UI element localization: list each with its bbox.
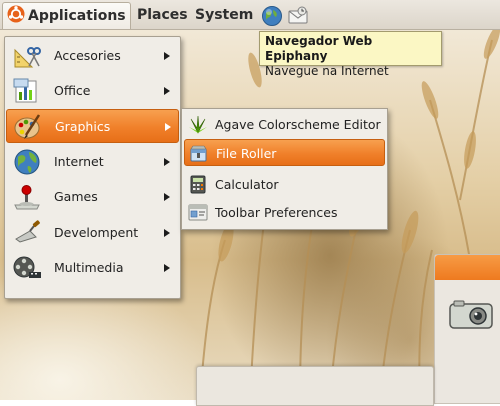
menu-item-games[interactable]: Games: [6, 180, 179, 214]
menu-item-office[interactable]: Office: [6, 74, 179, 108]
agave-icon: [189, 115, 207, 134]
submenu-item-agave[interactable]: Agave Colorscheme Editor: [184, 111, 385, 138]
places-menu-label: Places: [137, 7, 188, 23]
file-roller-icon: [190, 145, 207, 162]
places-menu-button[interactable]: Places: [133, 2, 192, 28]
launcher-tooltip: Navegador Web Epiphany Navegue na Intern…: [259, 31, 442, 78]
menu-item-internet[interactable]: Internet: [6, 145, 179, 179]
background-window-grey[interactable]: [196, 366, 434, 406]
submenu-item-file-roller[interactable]: File Roller: [184, 139, 385, 166]
email-icon[interactable]: [287, 5, 309, 27]
window-titlebar[interactable]: [435, 255, 500, 280]
calculator-icon: [190, 175, 206, 194]
toolbar-preferences-icon: [188, 204, 208, 221]
applications-menu-label: Applications: [28, 8, 126, 24]
ubuntu-logo-icon: [7, 5, 25, 23]
tooltip-subtitle: Navegue na Internet: [265, 64, 389, 78]
submenu-item-label: Toolbar Preferences: [215, 205, 338, 220]
menu-item-multimedia[interactable]: Multimedia: [6, 251, 179, 285]
graphics-palette-icon: [14, 114, 41, 139]
film-reel-icon: [13, 256, 41, 278]
menu-item-graphics[interactable]: Graphics: [6, 109, 179, 143]
applications-menu: Accesories Office Graphics Internet Game…: [4, 36, 181, 299]
menu-item-label: Graphics: [55, 119, 111, 134]
epiphany-globe-icon[interactable]: [261, 5, 283, 27]
submenu-arrow-icon: [164, 264, 170, 272]
submenu-arrow-icon: [164, 229, 170, 237]
submenu-item-toolbar-preferences[interactable]: Toolbar Preferences: [184, 199, 385, 226]
camera-icon: [449, 300, 493, 329]
applications-menu-button[interactable]: Applications: [2, 2, 131, 29]
submenu-arrow-icon: [165, 123, 171, 131]
submenu-item-label: Calculator: [215, 177, 279, 192]
globe-icon: [14, 149, 40, 175]
joystick-icon: [14, 185, 40, 210]
menu-item-label: Accesories: [54, 48, 121, 63]
system-menu-button[interactable]: System: [191, 2, 257, 28]
menu-item-label: Internet: [54, 154, 104, 169]
submenu-item-label: File Roller: [216, 146, 277, 161]
top-panel: Applications Places System: [0, 0, 500, 30]
office-icon: [13, 78, 37, 103]
submenu-arrow-icon: [164, 52, 170, 60]
menu-item-accessories[interactable]: Accesories: [6, 39, 179, 73]
background-window[interactable]: [434, 254, 500, 404]
submenu-arrow-icon: [164, 87, 170, 95]
tooltip-title: Navegador Web Epiphany: [265, 34, 373, 63]
menu-item-label: Develompent: [54, 225, 139, 240]
menu-item-label: Games: [54, 189, 98, 204]
system-menu-label: System: [195, 7, 254, 23]
submenu-arrow-icon: [164, 193, 170, 201]
submenu-arrow-icon: [164, 158, 170, 166]
menu-item-label: Office: [54, 83, 91, 98]
submenu-item-calculator[interactable]: Calculator: [184, 171, 385, 198]
trowel-icon: [15, 220, 40, 243]
graphics-submenu: Agave Colorscheme Editor File Roller Cal…: [181, 108, 388, 230]
accessories-icon: [14, 47, 41, 68]
menu-item-label: Multimedia: [54, 260, 124, 275]
menu-item-development[interactable]: Develompent: [6, 216, 179, 250]
submenu-item-label: Agave Colorscheme Editor: [215, 117, 381, 132]
